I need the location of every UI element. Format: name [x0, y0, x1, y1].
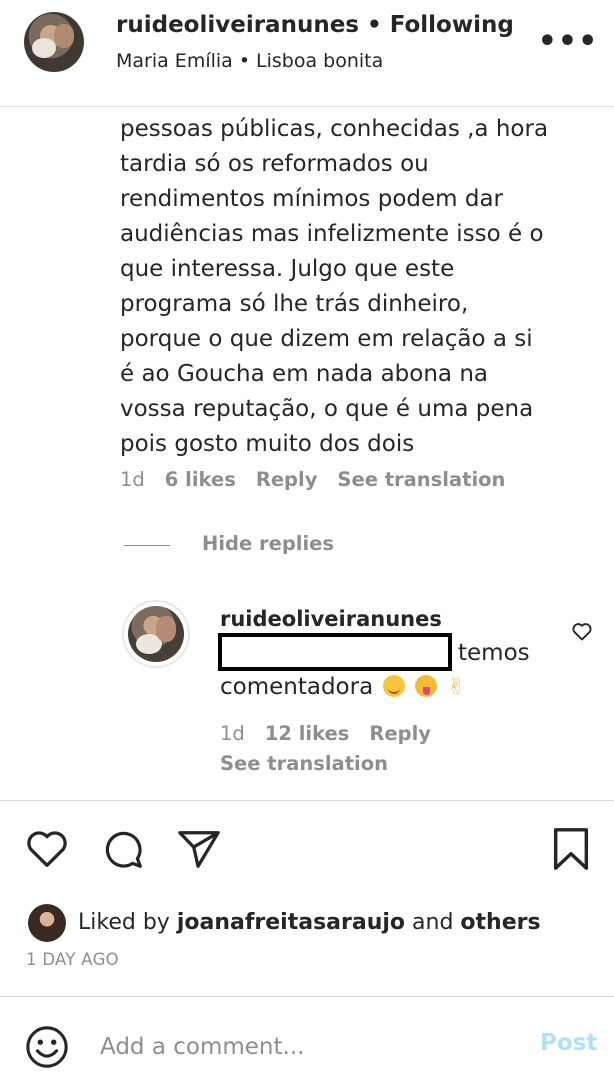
comment-input[interactable]: [100, 1030, 510, 1064]
header-avatar[interactable]: [24, 12, 84, 72]
comment-line: pessoas públicas, conhecidas ,a hora: [120, 116, 549, 142]
audio-artist: Maria Emília: [116, 50, 233, 72]
comment-line: pois gosto muito dos dois: [120, 431, 415, 457]
comment-time: 1d: [120, 468, 145, 491]
comment-meta: 1d 6 likes Reply See translation: [120, 468, 525, 491]
send-icon[interactable]: [176, 826, 222, 872]
liked-by-others[interactable]: others: [460, 910, 540, 935]
reply-text: temos: [458, 640, 530, 666]
comment-likes[interactable]: 6 likes: [165, 468, 236, 491]
hide-replies-line: [124, 545, 170, 546]
actions-divider: [0, 800, 614, 801]
liked-by-prefix: Liked by: [78, 910, 170, 935]
comment-translate-button[interactable]: See translation: [337, 468, 505, 491]
liked-by-avatar[interactable]: [28, 904, 66, 942]
comment-icon[interactable]: [100, 826, 146, 872]
redaction-box: [218, 633, 452, 671]
audio-separator: •: [238, 50, 251, 72]
header-separator: •: [366, 12, 382, 38]
comment-line: porque o que dizem em relação a si: [120, 326, 533, 352]
header-title: ruideoliveiranunes • Following: [116, 12, 514, 38]
post-age: 1 DAY AGO: [26, 950, 119, 969]
liked-by-connector: and: [412, 910, 454, 935]
bookmark-icon[interactable]: [548, 826, 594, 872]
reply-username[interactable]: ruideoliveiranunes: [220, 607, 442, 631]
comment-text: pessoas públicas, conhecidas ,a hora tar…: [120, 112, 560, 462]
emoji-icon[interactable]: [24, 1024, 70, 1070]
reply-likes[interactable]: 12 likes: [265, 722, 350, 745]
heart-icon[interactable]: [24, 826, 70, 872]
audio-title: Lisboa bonita: [256, 50, 384, 72]
comment-line: programa só lhe trás dinheiro,: [120, 291, 469, 317]
winking-face-emoji: [383, 675, 406, 697]
reply-translate-button[interactable]: See translation: [220, 752, 388, 775]
reply-text-line2: comentadora ✌: [220, 674, 467, 700]
comment-line: rendimentos mínimos podem dar: [120, 186, 504, 212]
comment-line: é ao Goucha em nada abona na: [120, 361, 488, 387]
reply-reply-button[interactable]: Reply: [369, 722, 431, 745]
comment-line: audiências mas infelizmente isso é o: [120, 221, 544, 247]
following-status[interactable]: Following: [390, 12, 514, 38]
comment-line: que interessa. Julgo que este: [120, 256, 455, 282]
liked-by-text: Liked by joanafreitasaraujo and others: [78, 910, 541, 935]
comment-reply-button[interactable]: Reply: [256, 468, 318, 491]
reply-text-continued: comentadora: [220, 674, 374, 700]
header-username[interactable]: ruideoliveiranunes: [116, 12, 359, 38]
comment-line: tardia só os reformados ou: [120, 151, 429, 177]
more-options-icon[interactable]: •••: [538, 24, 598, 59]
victory-hand-emoji: ✌: [447, 675, 466, 700]
comment-box-divider: [0, 996, 614, 997]
comment-line: vossa reputação, o que é uma pena: [120, 396, 534, 422]
post-button[interactable]: Post: [540, 1030, 597, 1056]
zany-face-emoji: [415, 675, 438, 697]
header-divider: [0, 106, 614, 107]
audio-info[interactable]: Maria Emília • Lisboa bonita: [116, 50, 383, 72]
hide-replies-button[interactable]: Hide replies: [202, 532, 334, 555]
reply-avatar[interactable]: [122, 600, 190, 668]
liked-by-user[interactable]: joanafreitasaraujo: [177, 910, 405, 935]
reply-time: 1d: [220, 722, 245, 745]
heart-icon[interactable]: [570, 619, 594, 643]
reply-meta: 1d 12 likes Reply: [220, 722, 451, 745]
